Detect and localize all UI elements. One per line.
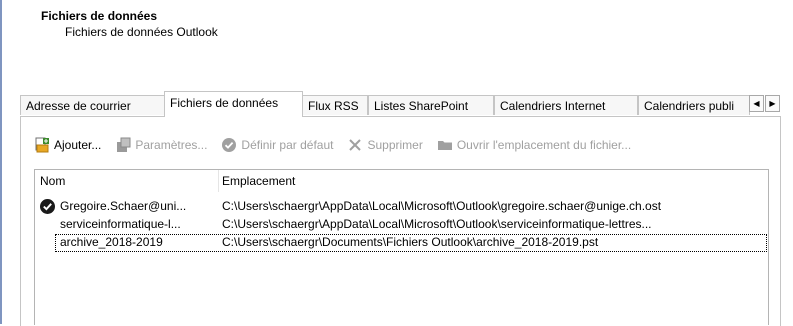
file-name: serviceinformatique-l... — [60, 217, 181, 231]
tab-scroll-left-icon[interactable]: ◀ — [749, 95, 764, 112]
add-button[interactable]: Ajouter... — [34, 137, 101, 153]
toolbar: Ajouter... Paramètres... Définir par déf… — [34, 135, 645, 155]
x-delete-icon — [347, 137, 363, 153]
page-title: Fichiers de données — [41, 9, 158, 23]
window-left-border — [0, 0, 2, 324]
open-location-label: Ouvrir l'emplacement du fichier... — [456, 138, 632, 152]
file-location: C:\Users\schaergr\AppData\Local\Microsof… — [222, 217, 652, 231]
tab-scroll-buttons: ◀ ▶ — [749, 95, 780, 112]
tab-scroll-right-icon[interactable]: ▶ — [765, 95, 780, 112]
tab-label: Fichiers de données — [170, 96, 279, 110]
settings-label: Paramètres... — [135, 138, 208, 152]
file-name: archive_2018-2019 — [60, 235, 163, 249]
list-item-focused[interactable]: archive_2018-2019 C:\Users\schaergr\Docu… — [35, 234, 768, 252]
list-item[interactable]: Gregoire.Schaer@uni... C:\Users\schaergr… — [35, 198, 768, 215]
folder-icon — [437, 137, 453, 153]
settings-icon — [115, 137, 131, 153]
tab-label: Listes SharePoint — [374, 99, 469, 113]
list-item[interactable]: serviceinformatique-l... C:\Users\schaer… — [35, 216, 768, 233]
set-default-button[interactable]: Définir par défaut — [221, 137, 333, 153]
tab-strip: Adresse de courrier Fichiers de données … — [20, 91, 780, 117]
file-location: C:\Users\schaergr\Documents\Fichiers Out… — [222, 235, 599, 249]
file-name: Gregoire.Schaer@uni... — [60, 199, 187, 213]
remove-button[interactable]: Supprimer — [347, 137, 423, 153]
tab-adresse-de-courrier[interactable]: Adresse de courrier — [20, 95, 166, 115]
list-header: Nom Emplacement — [35, 170, 768, 192]
tab-fichiers-de-donnees[interactable]: Fichiers de données — [164, 91, 303, 117]
checkmark-circle-icon — [221, 137, 237, 153]
set-default-label: Définir par défaut — [241, 138, 334, 152]
open-location-button[interactable]: Ouvrir l'emplacement du fichier... — [437, 137, 631, 153]
remove-label: Supprimer — [367, 138, 423, 152]
column-separator[interactable] — [218, 170, 219, 192]
tab-label: Flux RSS — [308, 99, 359, 113]
tab-label: Adresse de courrier — [26, 99, 131, 113]
page-subtitle: Fichiers de données Outlook — [65, 25, 218, 39]
column-header-name[interactable]: Nom — [40, 170, 65, 192]
file-location: C:\Users\schaergr\AppData\Local\Microsof… — [222, 199, 662, 213]
column-header-location[interactable]: Emplacement — [222, 170, 295, 192]
add-label: Ajouter... — [54, 138, 102, 152]
data-files-list[interactable]: Nom Emplacement Gregoire.Schaer@uni... C… — [34, 169, 769, 325]
tab-label: Calendriers Internet — [500, 99, 606, 113]
checkmark-circle-icon — [40, 199, 55, 214]
tab-label: Calendriers publi — [644, 99, 735, 113]
add-file-icon — [34, 137, 50, 153]
page-header: Fichiers de données Fichiers de données … — [41, 9, 218, 41]
tab-listes-sharepoint[interactable]: Listes SharePoint — [368, 95, 494, 115]
settings-button[interactable]: Paramètres... — [115, 137, 207, 153]
tab-calendriers-internet[interactable]: Calendriers Internet — [494, 95, 638, 115]
tab-flux-rss[interactable]: Flux RSS — [302, 95, 368, 115]
tab-calendriers-publies[interactable]: Calendriers publi — [638, 95, 750, 115]
